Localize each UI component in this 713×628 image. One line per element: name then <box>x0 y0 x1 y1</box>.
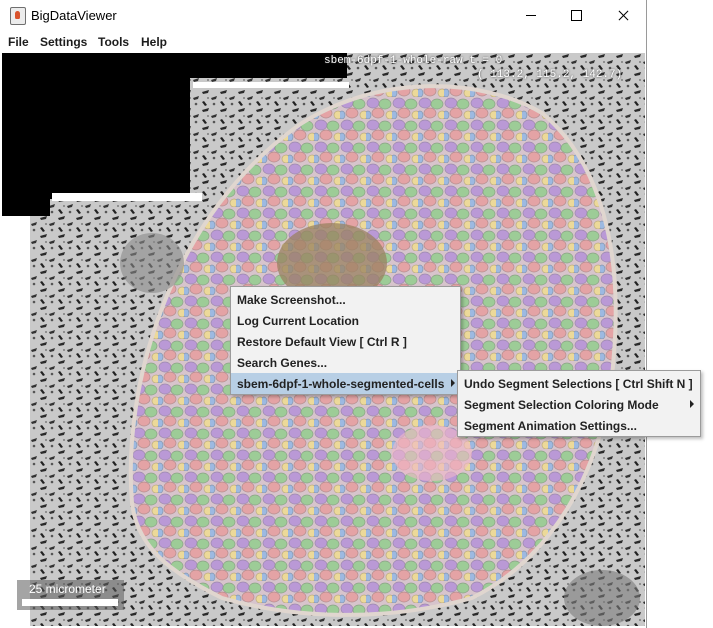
menu-item-log-current-location[interactable]: Log Current Location <box>231 310 460 331</box>
submenu-arrow-icon <box>690 400 694 408</box>
bigdataviewer-app-icon <box>10 7 26 25</box>
menu-item-segmented-cells[interactable]: sbem-6dpf-1-whole-segmented-cells <box>231 373 460 394</box>
menu-item-restore-default-view[interactable]: Restore Default View [ Ctrl R ] <box>231 331 460 352</box>
scale-bar <box>22 599 118 606</box>
source-label: sbem-6dpf-1-whole-raw t = 0 <box>324 55 503 67</box>
segmented-cells-submenu: Undo Segment Selections [ Ctrl Shift N ]… <box>457 370 701 437</box>
menu-item-segment-animation-settings[interactable]: Segment Animation Settings... <box>458 415 700 436</box>
menu-item-search-genes[interactable]: Search Genes... <box>231 352 460 373</box>
title-bar[interactable]: BigDataViewer <box>0 0 646 31</box>
scale-bar-label: 25 micrometer <box>29 582 106 596</box>
minimize-button[interactable] <box>508 0 554 31</box>
maximize-button[interactable] <box>554 0 600 31</box>
context-menu: Make Screenshot... Log Current Location … <box>230 286 461 395</box>
menu-item-undo-segment-selections[interactable]: Undo Segment Selections [ Ctrl Shift N ] <box>458 373 700 394</box>
menu-file[interactable]: File <box>8 35 29 49</box>
close-button[interactable] <box>600 0 646 31</box>
menu-tools[interactable]: Tools <box>98 35 129 49</box>
menu-bar: File Settings Tools Help <box>0 31 646 53</box>
submenu-arrow-icon <box>451 379 455 387</box>
menu-item-make-screenshot[interactable]: Make Screenshot... <box>231 289 460 310</box>
menu-item-segment-selection-coloring-mode[interactable]: Segment Selection Coloring Mode <box>458 394 700 415</box>
window-title: BigDataViewer <box>31 8 117 23</box>
menu-help[interactable]: Help <box>141 35 167 49</box>
coordinates-readout: ( 113.2, 115.2, 142.7) <box>477 69 623 81</box>
menu-settings[interactable]: Settings <box>40 35 87 49</box>
